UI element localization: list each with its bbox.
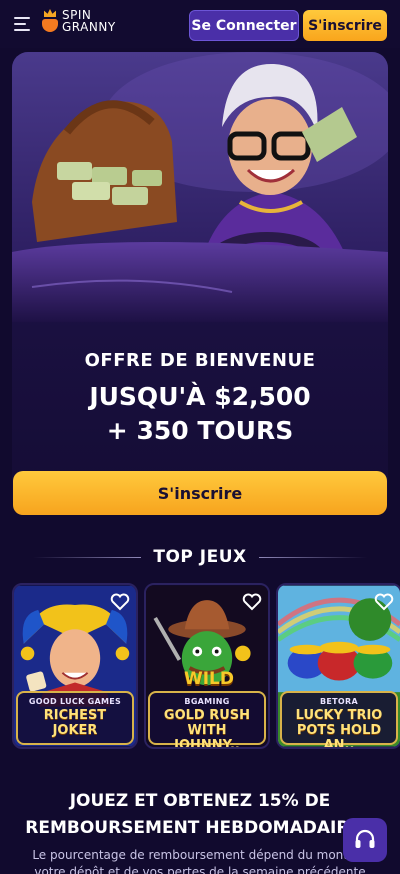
game-caption: GOOD LUCK GAMES RICHEST JOKER (16, 691, 134, 745)
heart-icon[interactable] (374, 593, 394, 611)
welcome-offer-title: OFFRE DE BIENVENUE (84, 350, 316, 371)
top-games-heading: TOP JEUX (0, 545, 400, 569)
logo-pot-icon (42, 9, 58, 33)
logo[interactable]: SPIN GRANNY (42, 9, 116, 33)
game-name: GOLD RUSH WITH JOHNNY.. (163, 708, 251, 749)
hero-illustration (12, 52, 388, 322)
welcome-offer-amount: JUSQU'À $2,500 + 350 TOURS (12, 380, 388, 448)
game-caption: BGAMING GOLD RUSH WITH JOHNNY.. (148, 691, 266, 747)
game-caption: BETORA LUCKY TRIO POTS HOLD AN.. (280, 691, 398, 747)
offer-amount-line-2: + 350 TOURS (106, 416, 294, 445)
game-provider: BGAMING (184, 697, 230, 706)
support-chat-button[interactable] (343, 818, 387, 862)
promo-desc-line-2: votre dépôt et de vos pertes de la semai… (34, 865, 366, 874)
wild-badge: WILD (183, 669, 235, 689)
top-bar: SPIN GRANNY Se Connecter S'inscrire (0, 0, 400, 48)
game-name: RICHEST JOKER (43, 708, 107, 738)
headset-icon (355, 829, 375, 848)
heart-icon[interactable] (242, 593, 262, 611)
logo-line-2: GRANNY (62, 20, 116, 34)
top-games-title: TOP JEUX (153, 547, 247, 567)
login-button[interactable]: Se Connecter (189, 10, 299, 41)
cashback-promo-description: Le pourcentage de remboursement dépend d… (14, 847, 386, 874)
register-button[interactable]: S'inscrire (303, 10, 387, 41)
game-card-lucky-trio-pots[interactable]: BETORA LUCKY TRIO POTS HOLD AN.. (276, 583, 400, 749)
logo-text: SPIN GRANNY (62, 9, 116, 33)
promo-desc-line-1: Le pourcentage de remboursement dépend d… (32, 848, 368, 862)
game-card-gold-rush-with-johnny[interactable]: WILD BGAMING GOLD RUSH WITH JOHNNY.. (144, 583, 270, 749)
promo-title-line-2: REMBOURSEMENT HEBDOMADAIRE ! (25, 818, 375, 838)
game-card-richest-joker[interactable]: GOOD LUCK GAMES RICHEST JOKER (12, 583, 138, 749)
game-provider: GOOD LUCK GAMES (28, 697, 122, 706)
divider-right (258, 556, 367, 558)
register-cta-button[interactable]: S'inscrire (13, 471, 387, 515)
game-name: LUCKY TRIO POTS HOLD AN.. (295, 708, 383, 749)
heart-icon[interactable] (110, 593, 130, 611)
cashback-promo-title: JOUEZ ET OBTENEZ 15% DE REMBOURSEMENT HE… (20, 788, 380, 842)
offer-amount-line-1: JUSQU'À $2,500 (89, 382, 311, 411)
promo-title-line-1: JOUEZ ET OBTENEZ 15% DE (69, 791, 331, 811)
game-provider: BETORA (320, 697, 358, 706)
welcome-banner: OFFRE DE BIENVENUE JUSQU'À $2,500 + 350 … (12, 52, 388, 512)
divider-left (33, 556, 142, 558)
hamburger-menu-icon[interactable] (14, 17, 32, 31)
